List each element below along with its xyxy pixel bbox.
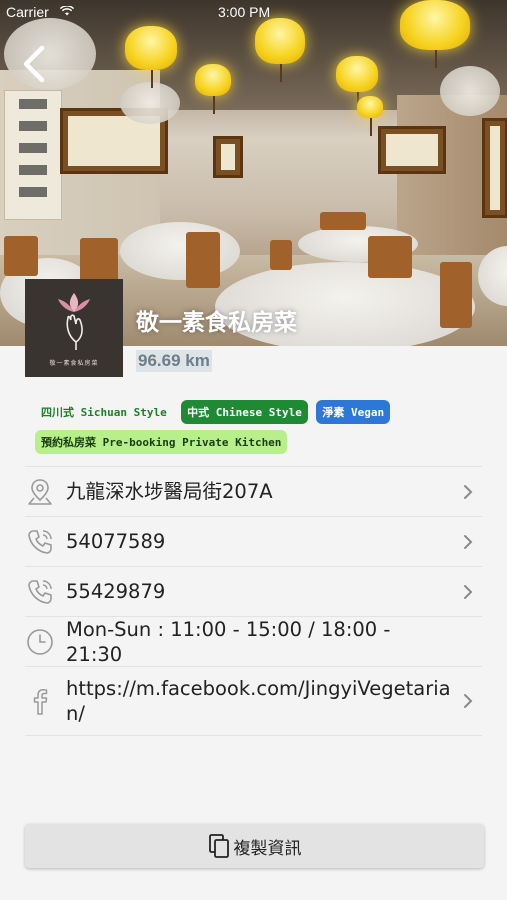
- tag-chinese-style: 中式 Chinese Style: [181, 400, 308, 424]
- facebook-row[interactable]: https://m.facebook.com/JingyiVegetarian/: [25, 666, 482, 736]
- back-button[interactable]: [14, 40, 54, 88]
- lotus-hand-icon: [58, 292, 90, 350]
- clock-icon: [27, 628, 53, 655]
- tag-sichuan-style: 四川式 Sichuan Style: [41, 406, 167, 419]
- photo-frame: [213, 136, 243, 178]
- photo-chair: [320, 212, 366, 230]
- info-list: 九龍深水埗醫局街207A 54077589 55429879 Mon-Sun :…: [25, 466, 482, 736]
- phone-number-2: 55429879: [66, 580, 166, 603]
- photo-table: [120, 222, 240, 280]
- chevron-right-icon: [464, 584, 473, 599]
- restaurant-logo: 敬一素食私房菜: [25, 279, 123, 377]
- opening-hours-text: Mon-Sun : 11:00 - 15:00 / 18:00 - 21:30: [66, 617, 391, 666]
- category-tags: 四川式 Sichuan Style 中式 Chinese Style 淨素 Ve…: [35, 400, 475, 460]
- chevron-right-icon: [464, 484, 473, 499]
- logo-caption: 敬一素食私房菜: [49, 360, 99, 367]
- phone-icon: [28, 529, 52, 554]
- address-text: 九龍深水埗醫局街207A: [66, 480, 273, 503]
- tag-vegan: 淨素 Vegan: [316, 400, 391, 424]
- photo-frame: [378, 126, 446, 174]
- phone-row-2[interactable]: 55429879: [25, 566, 482, 616]
- hours-row: Mon-Sun : 11:00 - 15:00 / 18:00 - 21:30: [25, 616, 482, 666]
- clock-time: 3:00 PM: [218, 4, 271, 20]
- copy-info-label: 複製資訊: [233, 838, 302, 859]
- tag-pre-booking-private-kitchen: 預約私房菜 Pre-booking Private Kitchen: [35, 430, 288, 454]
- chevron-right-icon: [464, 534, 473, 549]
- address-row[interactable]: 九龍深水埗醫局街207A: [25, 466, 482, 516]
- photo-umbrella: [440, 66, 500, 116]
- photo-calligraphy-scroll: [4, 90, 62, 220]
- copy-icon: [208, 834, 229, 858]
- facebook-icon: [33, 689, 48, 715]
- photo-chair: [368, 236, 412, 278]
- copy-info-button[interactable]: 複製資訊: [25, 824, 484, 868]
- carrier-label: Carrier: [6, 4, 49, 20]
- status-bar: Carrier 3:00 PM: [0, 0, 507, 24]
- distance-label: 96.69 km: [136, 350, 212, 372]
- phone-number-1: 54077589: [66, 530, 166, 553]
- chevron-right-icon: [464, 694, 473, 708]
- phone-row-1[interactable]: 54077589: [25, 516, 482, 566]
- photo-lantern: [336, 56, 378, 110]
- photo-lantern: [357, 96, 383, 136]
- wifi-icon: [60, 6, 74, 16]
- photo-chair: [186, 232, 220, 288]
- photo-chair: [270, 240, 292, 270]
- photo-lantern: [255, 18, 305, 82]
- photo-lantern: [195, 64, 231, 114]
- phone-icon: [28, 579, 52, 604]
- map-pin-icon: [28, 478, 52, 505]
- photo-frame: [482, 118, 507, 218]
- facebook-url: https://m.facebook.com/JingyiVegetarian/: [66, 677, 451, 725]
- restaurant-name: 敬一素食私房菜: [136, 310, 297, 336]
- photo-lantern: [125, 26, 177, 88]
- photo-chair: [440, 262, 472, 328]
- photo-chair: [4, 236, 38, 276]
- photo-umbrella: [120, 82, 180, 124]
- chevron-left-icon: [23, 45, 45, 83]
